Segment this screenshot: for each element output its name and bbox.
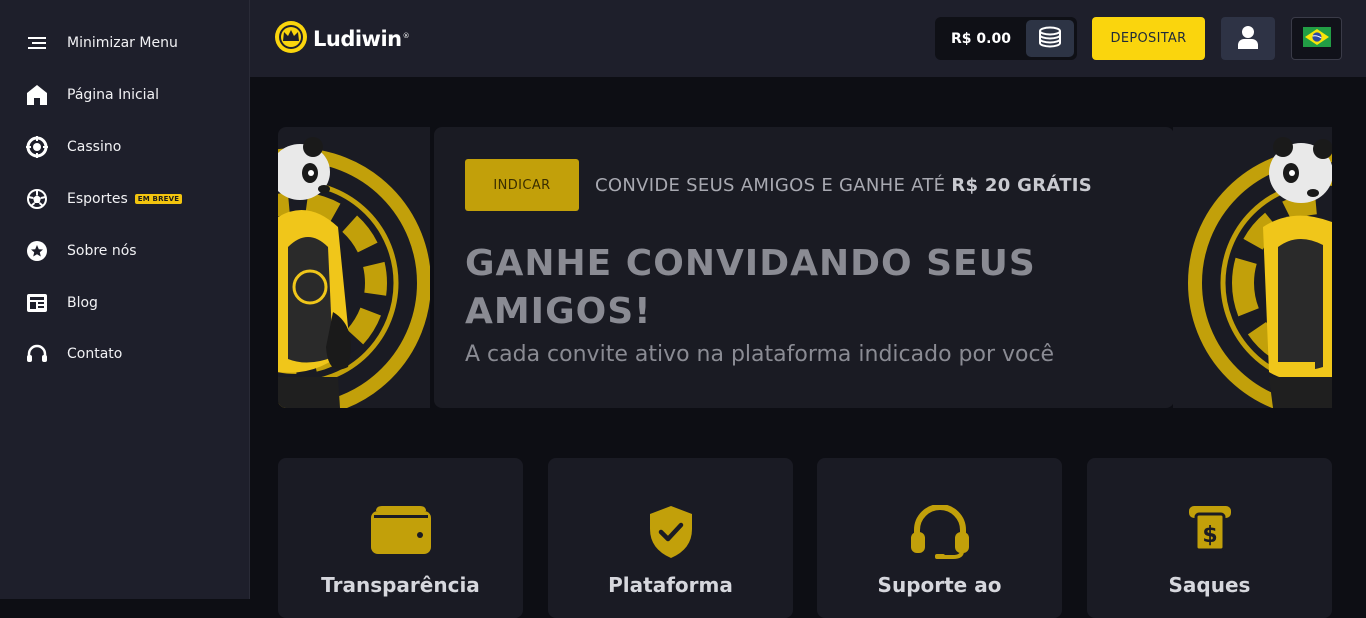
top-bar: Ludiwin® R$ 0.00 DEPOSITAR [250, 0, 1366, 77]
wallet-icon [370, 505, 432, 559]
feature-card-withdrawals[interactable]: $ Saques [1087, 458, 1332, 618]
panda-mascot-image-right [1173, 127, 1332, 408]
sidebar: Minimizar Menu Página Inicial Cassino Es… [0, 0, 250, 599]
balance-amount: R$ 0.00 [951, 30, 1011, 47]
shield-check-icon [649, 505, 693, 563]
feature-card-platform[interactable]: Plataforma [548, 458, 793, 618]
logo-text: Ludiwin® [313, 27, 410, 51]
sidebar-item-about[interactable]: Sobre nós [24, 239, 137, 263]
balance-display[interactable]: R$ 0.00 [935, 17, 1077, 60]
newspaper-icon [24, 292, 50, 314]
sidebar-item-blog[interactable]: Blog [24, 291, 98, 315]
banner-subline: A cada convite ativo na plataforma indic… [465, 342, 1055, 367]
headset-icon [909, 504, 971, 563]
brazil-flag-icon [1302, 26, 1331, 51]
language-selector[interactable] [1291, 17, 1342, 60]
feature-card-transparency[interactable]: Transparência [278, 458, 523, 618]
home-icon [24, 84, 50, 106]
invite-tagline: CONVIDE SEUS AMIGOS E GANHE ATÉ R$ 20 GR… [595, 175, 1093, 196]
sidebar-item-minimize-menu[interactable]: Minimizar Menu [24, 31, 178, 55]
user-icon [1238, 25, 1258, 53]
sidebar-item-sports[interactable]: Esportes EM BREVE [24, 187, 183, 211]
star-badge-icon [24, 240, 50, 262]
sidebar-item-label: Página Inicial [67, 87, 160, 103]
sidebar-item-home[interactable]: Página Inicial [24, 83, 159, 107]
casino-chip-icon [24, 136, 50, 158]
sports-ball-icon [24, 188, 50, 210]
coins-button[interactable] [1026, 20, 1074, 57]
sidebar-item-label: Cassino [67, 139, 122, 155]
feature-card-title: Saques [1168, 573, 1251, 597]
coins-stack-icon [1037, 26, 1063, 52]
crown-coin-icon [274, 20, 308, 58]
sidebar-item-label: Esportes [67, 191, 128, 207]
sidebar-item-label: Contato [67, 346, 123, 362]
coming-soon-badge: EM BREVE [134, 194, 183, 204]
feature-card-title: Suporte ao [877, 573, 1002, 597]
feature-card-support[interactable]: Suporte ao [817, 458, 1062, 618]
panda-mascot-image-left [278, 127, 430, 408]
sidebar-item-label: Sobre nós [67, 243, 137, 259]
headset-icon [24, 343, 50, 365]
sidebar-item-label: Blog [67, 295, 98, 311]
menu-icon [24, 32, 50, 54]
invite-bonus-amount: R$ 20 GRÁTIS [951, 175, 1093, 196]
sidebar-item-contact[interactable]: Contato [24, 342, 122, 366]
referral-banner: INDICAR CONVIDE SEUS AMIGOS E GANHE ATÉ … [278, 127, 1332, 408]
feature-card-title: Transparência [321, 573, 480, 597]
main-content: INDICAR CONVIDE SEUS AMIGOS E GANHE ATÉ … [250, 77, 1366, 618]
sidebar-item-casino[interactable]: Cassino [24, 135, 121, 159]
svg-text:$: $ [1202, 523, 1217, 548]
logo[interactable]: Ludiwin® [274, 20, 410, 58]
deposit-button[interactable]: DEPOSITAR [1092, 17, 1205, 60]
referral-banner-content: INDICAR CONVIDE SEUS AMIGOS E GANHE ATÉ … [434, 127, 1174, 408]
user-account-button[interactable] [1221, 17, 1275, 60]
banner-headline: GANHE CONVIDANDO SEUS AMIGOS! [465, 243, 1036, 332]
cash-withdraw-icon: $ [1188, 505, 1232, 555]
feature-card-title: Plataforma [608, 573, 733, 597]
refer-button[interactable]: INDICAR [465, 159, 579, 211]
sidebar-item-label: Minimizar Menu [67, 35, 178, 51]
